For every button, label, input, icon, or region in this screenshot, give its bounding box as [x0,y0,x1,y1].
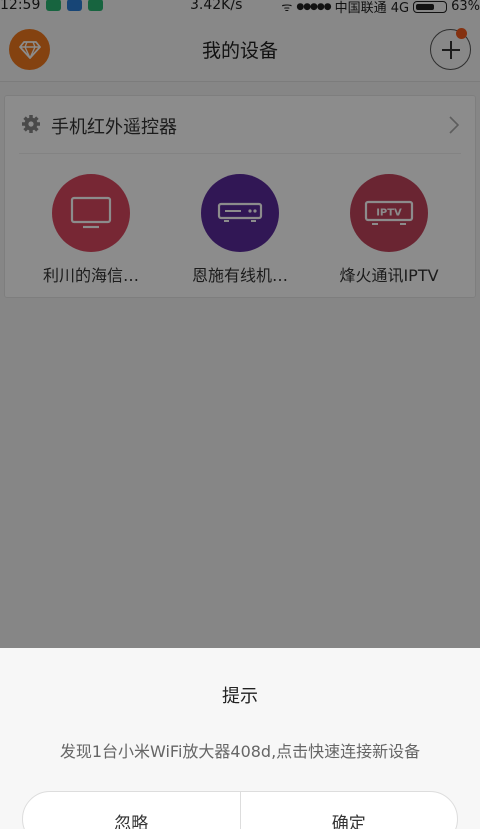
dialog-button-row: 忽略 确定 [22,791,458,829]
ignore-button[interactable]: 忽略 [23,792,240,829]
prompt-dialog: 提示 发现1台小米WiFi放大器408d,点击快速连接新设备 忽略 确定 [0,648,480,829]
dialog-message: 发现1台小米WiFi放大器408d,点击快速连接新设备 [59,742,421,761]
dialog-title: 提示 [222,686,258,707]
confirm-button[interactable]: 确定 [239,792,458,829]
